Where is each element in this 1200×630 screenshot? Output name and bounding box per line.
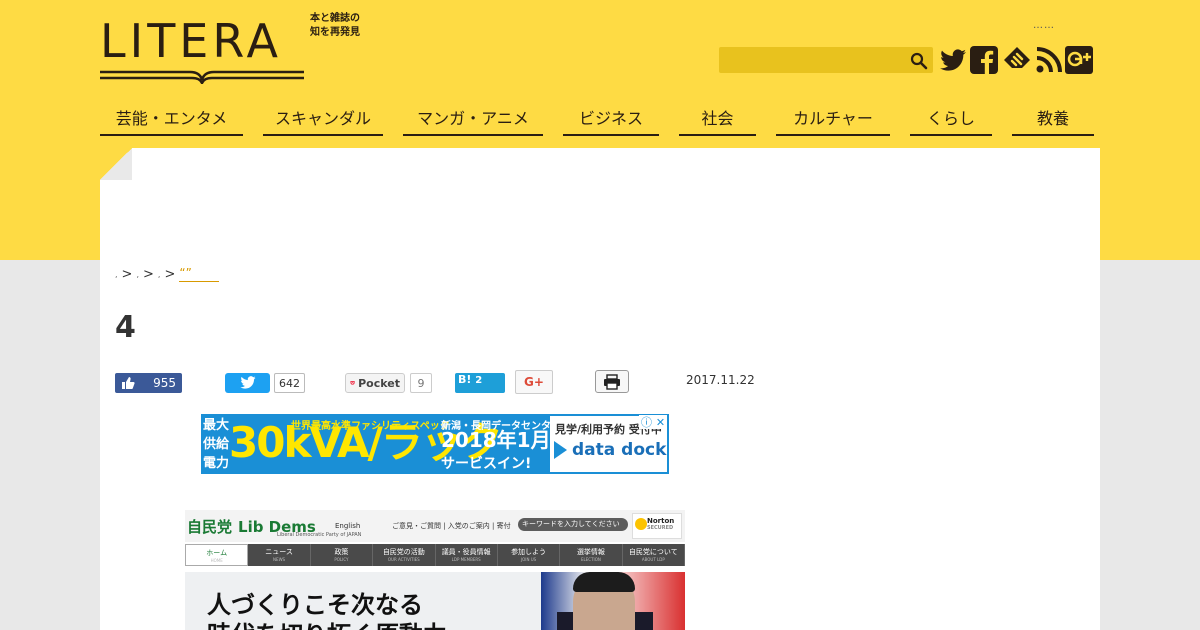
- book-icon: [100, 70, 304, 84]
- image-nav-item: 政策 POLICY: [311, 544, 374, 566]
- facebook-icon[interactable]: [969, 45, 999, 75]
- nav-item-culture[interactable]: カルチャー: [776, 100, 890, 136]
- pocket-button[interactable]: Pocket: [345, 373, 405, 393]
- close-icon[interactable]: ✕: [656, 416, 665, 429]
- image-english-link: English: [335, 522, 361, 530]
- tweet-button[interactable]: [225, 373, 270, 393]
- header-dots: ……: [1033, 20, 1055, 31]
- image-nav-item: 選挙情報 ELECTION: [560, 544, 623, 566]
- check-icon: [635, 518, 647, 530]
- search-icon[interactable]: [910, 52, 928, 70]
- print-button[interactable]: [595, 370, 629, 393]
- image-site-header: 自民党 Lib Dems Liberal Democratic Party of …: [185, 510, 685, 542]
- feedly-icon[interactable]: [1002, 45, 1032, 75]
- ad-brand: data dock: [554, 440, 666, 460]
- nav-item-lifestyle[interactable]: くらし: [910, 100, 992, 136]
- image-norton-badge: Norton SECURED: [632, 513, 682, 539]
- nav-item-business[interactable]: ビジネス: [563, 100, 659, 136]
- ad-spec-text: 世界最高水準ファシリティスペック: [291, 421, 450, 432]
- logo-wordmark: LITERA: [100, 14, 282, 68]
- hatena-count: 2: [475, 375, 483, 386]
- image-hero-banner: 人づくりこそ次なる 時代を切り拓く原動力: [185, 572, 685, 630]
- ad-launch-date: 2018年1月: [441, 428, 551, 452]
- google-plus-share-button[interactable]: G+: [515, 370, 553, 394]
- nav-item-education[interactable]: 教養: [1012, 100, 1094, 136]
- twitter-icon[interactable]: [938, 45, 968, 75]
- image-person-hair: [573, 572, 635, 592]
- breadcrumb-item-category[interactable]: ,: [136, 270, 139, 279]
- tweet-count: 642: [274, 373, 305, 393]
- ad-service-text: サービスイン!: [441, 456, 532, 472]
- image-hero-text: 人づくりこそ次なる 時代を切り拓く原動力: [207, 590, 447, 630]
- advertisement-banner[interactable]: 最大供給電力 30kVA/ラック 世界最高水準ファシリティスペック 新潟・長岡デ…: [201, 414, 669, 474]
- article-date: 2017.11.22: [686, 373, 755, 387]
- image-nav-item: 参加しよう JOIN US: [498, 544, 561, 566]
- logo-tagline: 本と雑誌の 知を再発見: [310, 13, 360, 38]
- pocket-count: 9: [410, 373, 432, 393]
- ad-power-label: 最大供給電力: [202, 418, 229, 471]
- image-site-nav: ホーム HOME ニュース NEWS 政策 POLICY 自民党の活動 OUR ACTI…: [185, 544, 685, 566]
- image-site-logo-sub: Liberal Democratic Party of JAPAN: [277, 532, 362, 538]
- image-nav-item: 自民党の活動 OUR ACTIVITIES: [373, 544, 436, 566]
- hatena-icon: B!: [458, 373, 472, 386]
- article-image: 自民党 Lib Dems Liberal Democratic Party of …: [185, 510, 685, 630]
- image-nav-item: ホーム HOME: [185, 544, 249, 566]
- play-icon: [554, 441, 567, 459]
- hatena-bookmark-button[interactable]: B! 2: [455, 373, 505, 393]
- image-search-box: キーワードを入力してください: [518, 518, 628, 531]
- site-logo[interactable]: LITERA 本と雑誌の 知を再発見: [100, 10, 380, 86]
- facebook-like-button[interactable]: 955: [115, 373, 182, 393]
- facebook-like-count: 955: [153, 376, 176, 390]
- nav-item-society[interactable]: 社会: [679, 100, 756, 136]
- google-plus-icon[interactable]: [1064, 45, 1094, 75]
- article-title: 4: [115, 310, 136, 345]
- nav-item-entertainment[interactable]: 芸能・エンタメ: [100, 100, 243, 136]
- breadcrumb: , > , > , > “”: [115, 266, 220, 282]
- printer-icon: [604, 373, 620, 390]
- search-input[interactable]: [719, 47, 933, 73]
- breadcrumb-item-subcategory[interactable]: ,: [158, 270, 161, 279]
- ad-choices[interactable]: ⓘ ✕: [639, 415, 667, 429]
- nav-item-scandal[interactable]: スキャンダル: [263, 100, 383, 136]
- info-icon[interactable]: ⓘ: [641, 414, 652, 430]
- image-header-links: ご意見・ご質問 | 入党のご案内 | 寄付: [392, 522, 511, 530]
- pocket-icon: [350, 381, 355, 385]
- page-fold-corner: [100, 148, 132, 180]
- rss-icon[interactable]: [1034, 45, 1064, 75]
- twitter-icon: [239, 376, 256, 389]
- nav-item-manga-anime[interactable]: マンガ・アニメ: [403, 100, 543, 136]
- thumbs-up-icon: [122, 377, 135, 389]
- breadcrumb-item-home[interactable]: ,: [115, 270, 118, 279]
- image-nav-item: 議員・役員情報 LDP MEMBERS: [436, 544, 498, 566]
- image-nav-item: 自民党について ABOUT LDP: [623, 544, 685, 566]
- image-nav-item: ニュース NEWS: [248, 544, 311, 566]
- breadcrumb-current: “”: [179, 266, 220, 282]
